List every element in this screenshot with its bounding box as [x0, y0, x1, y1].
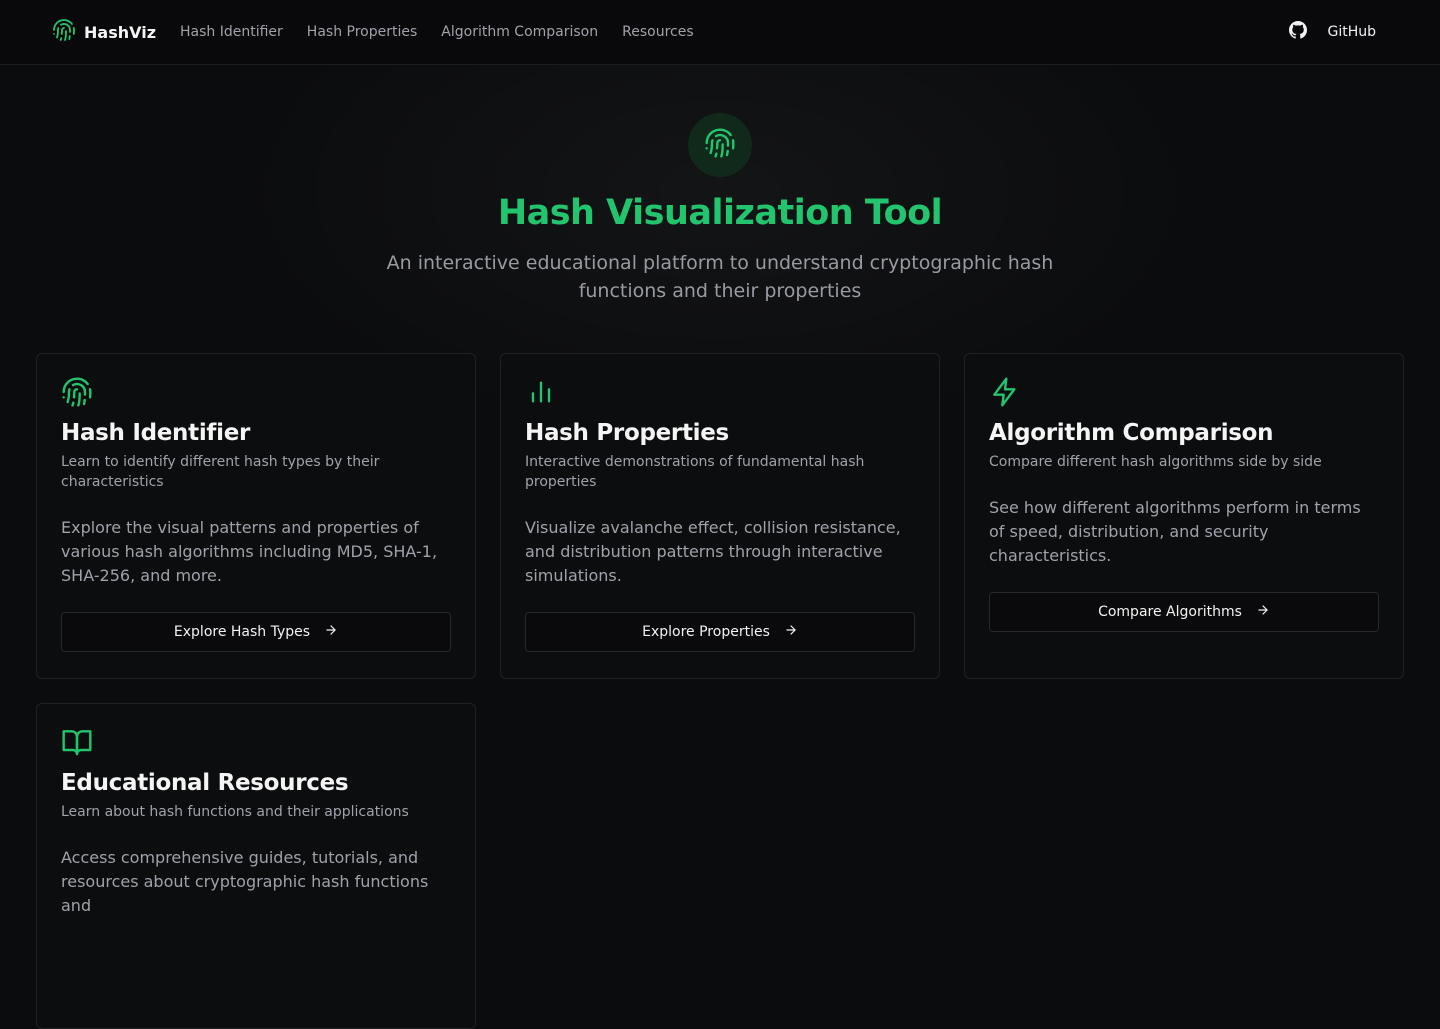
card-hash-properties: Hash Properties Interactive demonstratio… — [500, 353, 940, 679]
explore-properties-button[interactable]: Explore Properties — [525, 612, 915, 652]
fingerprint-icon — [52, 18, 76, 46]
feature-grid: Hash Identifier Learn to identify differ… — [36, 353, 1404, 1029]
card-title: Hash Properties — [525, 420, 729, 446]
github-icon[interactable] — [1289, 21, 1308, 43]
button-label: Explore Hash Types — [173, 624, 311, 640]
bar-chart-icon — [525, 376, 557, 412]
card-hash-identifier: Hash Identifier Learn to identify differ… — [36, 353, 476, 679]
explore-hash-types-button[interactable]: Explore Hash Types — [61, 612, 451, 652]
book-open-icon — [61, 726, 93, 762]
nav-link-hash-identifier[interactable]: Hash Identifier — [180, 24, 283, 40]
card-body: Access comprehensive guides, tutorials, … — [61, 848, 429, 915]
card-description: Compare different hash algorithms side b… — [989, 454, 1322, 470]
card-body: See how different algorithms perform in … — [989, 498, 1361, 565]
github-link[interactable]: GitHub — [1327, 24, 1376, 40]
card-description: Learn about hash functions and their app… — [61, 804, 409, 820]
fingerprint-icon — [61, 376, 93, 412]
nav-link-hash-properties[interactable]: Hash Properties — [307, 24, 417, 40]
nav-links: Hash Identifier Hash Properties Algorith… — [180, 24, 694, 40]
card-description: Interactive demonstrations of fundamenta… — [525, 454, 865, 490]
nav-link-resources[interactable]: Resources — [622, 24, 694, 40]
button-label: Compare Algorithms — [1098, 604, 1242, 620]
button-label: Explore Properties — [642, 624, 770, 640]
fingerprint-icon — [704, 127, 736, 163]
compare-algorithms-button[interactable]: Compare Algorithms — [989, 592, 1379, 632]
hero-subtitle: An interactive educational platform to u… — [386, 252, 1054, 302]
top-navbar: HashViz Hash Identifier Hash Properties … — [0, 0, 1440, 65]
nav-link-algorithm-comparison[interactable]: Algorithm Comparison — [441, 24, 598, 40]
arrow-right-icon — [784, 623, 798, 641]
card-educational-resources: Educational Resources Learn about hash f… — [36, 703, 476, 1029]
arrow-right-icon — [324, 623, 338, 641]
brand[interactable]: HashViz — [52, 18, 156, 46]
card-algorithm-comparison: Algorithm Comparison Compare different h… — [964, 353, 1404, 679]
brand-name: HashViz — [84, 22, 156, 42]
hero: Hash Visualization Tool An interactive e… — [0, 65, 1440, 305]
card-title: Algorithm Comparison — [989, 420, 1274, 446]
card-body: Explore the visual patterns and properti… — [61, 518, 438, 585]
card-title: Hash Identifier — [61, 420, 251, 446]
card-body: Visualize avalanche effect, collision re… — [525, 518, 901, 585]
card-description: Learn to identify different hash types b… — [61, 454, 380, 490]
card-title: Educational Resources — [61, 770, 349, 796]
nav-right: GitHub — [1289, 21, 1388, 43]
hero-badge — [688, 113, 752, 177]
lightning-icon — [989, 376, 1021, 412]
arrow-right-icon — [1256, 603, 1270, 621]
page-title: Hash Visualization Tool — [497, 193, 943, 233]
